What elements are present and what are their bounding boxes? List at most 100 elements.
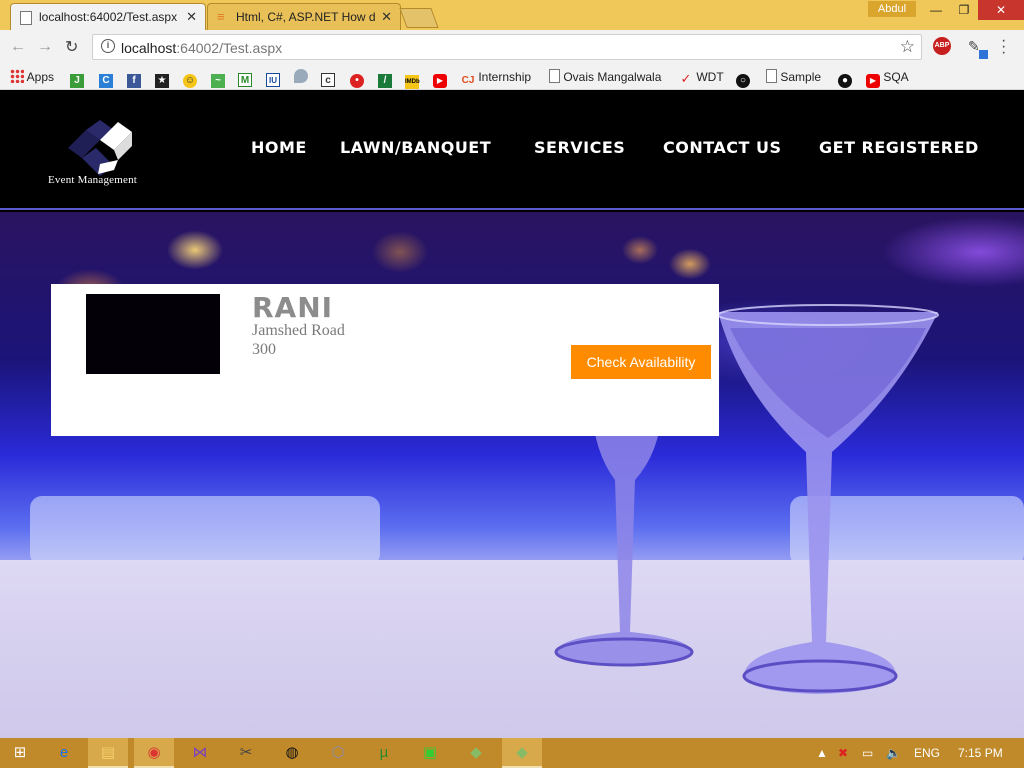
nav-contact-us[interactable]: CONTACT US bbox=[663, 138, 782, 157]
browser-titlebar: localhost:64002/Test.aspx ✕ ≡ Html, C#, … bbox=[0, 0, 1024, 30]
bookmark-drop[interactable] bbox=[294, 68, 308, 86]
window-close-icon[interactable]: ✕ bbox=[978, 0, 1024, 20]
venue-card: RANI Jamshed Road 300 Check Availability bbox=[51, 284, 719, 436]
site-header: Event Management HOME LAWN/BANQUET SERVI… bbox=[0, 90, 1024, 210]
volume-icon[interactable]: 🔈 bbox=[886, 746, 901, 760]
menu-icon[interactable]: · · · bbox=[1001, 33, 1006, 61]
bookmark-facebook[interactable]: f bbox=[127, 68, 141, 88]
bookmark-link[interactable]: ~ bbox=[211, 68, 225, 88]
imdb-icon: IMDb bbox=[405, 75, 420, 89]
nav-home[interactable]: HOME bbox=[251, 138, 307, 157]
bookmark-site[interactable]: ★ bbox=[155, 68, 169, 88]
nav-lawn-banquet[interactable]: LAWN/BANQUET bbox=[340, 138, 491, 157]
bluestacks-icon[interactable]: ◆ bbox=[502, 738, 542, 768]
profile-button[interactable]: Abdul bbox=[868, 1, 916, 17]
forward-arrow-icon[interactable]: → bbox=[37, 38, 53, 56]
tab-title: localhost:64002/Test.aspx bbox=[39, 10, 178, 24]
github-icon: ● bbox=[838, 74, 852, 88]
browser-toolbar: ← → ↻ i localhost:64002/Test.aspx ☆ bbox=[0, 30, 1024, 64]
tab-title: Html, C#, ASP.NET How d bbox=[236, 10, 376, 24]
bookmark-ovais[interactable]: Ovais Mangalwala bbox=[549, 68, 661, 86]
camtasia-icon[interactable]: ▣ bbox=[410, 738, 450, 768]
nav-get-registered[interactable]: GET REGISTERED bbox=[819, 138, 979, 157]
app-icon[interactable]: ◍ bbox=[272, 738, 312, 768]
bookmark-smiley[interactable]: ☺ bbox=[183, 68, 197, 88]
bookmark-c-dot[interactable]: c bbox=[321, 68, 335, 87]
bookmark-leaf[interactable]: / bbox=[378, 68, 392, 88]
utorrent-icon[interactable]: µ bbox=[364, 738, 404, 768]
page-icon bbox=[766, 69, 777, 83]
file-explorer-icon[interactable]: ▤ bbox=[88, 738, 128, 768]
bookmark-iu[interactable]: IU bbox=[266, 68, 280, 87]
bookmark-wdt[interactable]: ✓ WDT bbox=[679, 68, 724, 86]
bookmark-github[interactable]: ● bbox=[838, 68, 852, 88]
venue-address: Jamshed Road bbox=[252, 322, 345, 339]
bookmark-c[interactable]: C bbox=[99, 68, 113, 88]
youtube-icon: ▶ bbox=[866, 74, 880, 88]
page-icon bbox=[549, 69, 560, 83]
info-icon[interactable]: i bbox=[101, 39, 115, 53]
youtube-icon: ▶ bbox=[433, 74, 447, 88]
page-icon bbox=[20, 11, 32, 25]
close-icon[interactable]: ✕ bbox=[381, 9, 392, 25]
bookmark-youtube[interactable]: ▶ bbox=[433, 68, 447, 88]
bookmark-internship[interactable]: CJ Internship bbox=[461, 68, 531, 86]
tab-inactive[interactable]: ≡ Html, C#, ASP.NET How d ✕ bbox=[207, 3, 401, 30]
bookmark-m[interactable]: M bbox=[238, 68, 252, 87]
venue-title: RANI bbox=[252, 291, 334, 324]
cube-icon[interactable]: ⬡ bbox=[318, 738, 358, 768]
bookmark-star-icon[interactable]: ☆ bbox=[900, 37, 915, 57]
eyedropper-icon[interactable]: ✎ bbox=[968, 38, 980, 55]
windows-start-icon[interactable]: ⊞ bbox=[0, 738, 40, 768]
chrome-icon[interactable]: ◉ bbox=[134, 738, 174, 768]
m-icon: M bbox=[238, 73, 252, 87]
extension-badge bbox=[979, 50, 988, 59]
minimize-icon[interactable]: — bbox=[922, 0, 950, 20]
back-arrow-icon[interactable]: ← bbox=[10, 38, 26, 56]
facebook-icon: f bbox=[127, 74, 141, 88]
bookmark-ladybug[interactable]: • bbox=[350, 68, 364, 88]
check-availability-button[interactable]: Check Availability bbox=[571, 345, 711, 379]
visual-studio-icon[interactable]: ⋈ bbox=[180, 738, 220, 768]
internet-explorer-icon[interactable]: e bbox=[44, 738, 84, 768]
bookmark-sample[interactable]: Sample bbox=[766, 68, 821, 86]
logo-text: Event Management bbox=[48, 174, 138, 186]
hero-background: RANI Jamshed Road 300 Check Availability bbox=[0, 212, 1024, 738]
bluestacks-icon[interactable]: ◆ bbox=[456, 738, 496, 768]
tab-active[interactable]: localhost:64002/Test.aspx ✕ bbox=[10, 3, 206, 30]
smiley-icon: ☺ bbox=[183, 74, 197, 88]
reload-icon[interactable]: ↻ bbox=[65, 37, 78, 57]
jn-icon: J bbox=[70, 74, 84, 88]
venue-price: 300 bbox=[252, 341, 276, 358]
apps-grid-icon bbox=[10, 69, 24, 83]
clock[interactable]: 7:15 PM bbox=[958, 746, 1003, 760]
bookmarks-bar: Apps J C f ★ ☺ ~ M IU c • / IMDb ▶ CJ In… bbox=[0, 64, 1024, 90]
nav-services[interactable]: SERVICES bbox=[534, 138, 625, 157]
venue-image bbox=[86, 294, 220, 374]
tray-expand-icon[interactable]: ▲ bbox=[816, 746, 828, 760]
site-icon: ★ bbox=[155, 74, 169, 88]
c-icon: C bbox=[99, 74, 113, 88]
bookmark-apps[interactable]: Apps bbox=[10, 68, 54, 86]
bookmark-chat[interactable]: ○ bbox=[736, 68, 750, 88]
leaf-icon: / bbox=[378, 74, 392, 88]
iu-icon: IU bbox=[266, 73, 280, 87]
check-icon: ✓ bbox=[680, 71, 692, 86]
network-error-icon[interactable]: ✖ bbox=[838, 746, 848, 760]
adblock-icon[interactable]: ABP bbox=[933, 37, 951, 55]
bookmark-imdb[interactable]: IMDb bbox=[405, 68, 420, 89]
bookmark-jn[interactable]: J bbox=[70, 68, 84, 88]
close-icon[interactable]: ✕ bbox=[186, 9, 197, 25]
stackoverflow-icon: ≡ bbox=[217, 9, 225, 24]
tools-icon[interactable]: ✂ bbox=[226, 738, 266, 768]
bookmark-sqa[interactable]: ▶ SQA bbox=[866, 68, 909, 88]
maximize-icon[interactable]: ❐ bbox=[950, 0, 978, 20]
network-icon[interactable]: ▭ bbox=[862, 746, 873, 760]
ladybug-icon: • bbox=[350, 74, 364, 88]
windows-taskbar: ⊞ e ▤ ◉ ⋈ ✂ ◍ ⬡ µ ▣ ◆ ◆ ▲ ✖ ▭ 🔈 ENG 7:15… bbox=[0, 738, 1024, 768]
language-indicator[interactable]: ENG bbox=[914, 746, 940, 760]
chat-icon: ○ bbox=[736, 74, 750, 88]
new-tab-button[interactable] bbox=[399, 8, 439, 28]
address-bar[interactable]: i localhost:64002/Test.aspx ☆ bbox=[92, 34, 922, 60]
drop-icon bbox=[294, 69, 308, 83]
